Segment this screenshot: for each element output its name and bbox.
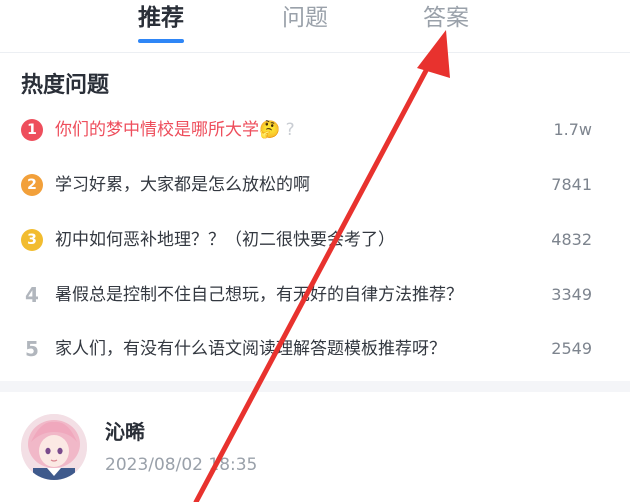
hot-question-row[interactable]: 5 家人们，有没有什么语文阅读理解答题模板推荐呀？ 2549	[0, 330, 630, 370]
anime-girl-avatar-icon[interactable]	[21, 414, 87, 480]
question-text: 家人们，有没有什么语文阅读理解答题模板推荐呀？	[55, 339, 446, 359]
hot-question-row[interactable]: 3 初中如何恶补地理？？（初二很快要会考了） 4832	[0, 221, 630, 261]
rank-badge-3: 3	[21, 229, 43, 251]
post-timestamp: 2023/08/02 18:35	[105, 455, 258, 475]
hot-questions-card: 热度问题 1 你们的梦中情校是哪所大学🤔 ? 1.7w 2 学习好累，大家都是怎…	[0, 53, 630, 381]
hot-question-row[interactable]: 4 暑假总是控制不住自己想玩，有无好的自律方法推荐？ 3349	[0, 276, 630, 316]
hot-questions-title: 热度问题	[21, 73, 110, 98]
question-mark-icon: ?	[285, 120, 295, 140]
question-text: 学习好累，大家都是怎么放松的啊	[55, 175, 310, 195]
question-text: 你们的梦中情校是哪所大学🤔 ?	[55, 120, 295, 140]
hot-question-row[interactable]: 2 学习好累，大家都是怎么放松的啊 7841	[0, 166, 630, 206]
rank-number-4: 4	[25, 283, 39, 307]
hot-question-row[interactable]: 1 你们的梦中情校是哪所大学🤔 ? 1.7w	[0, 111, 630, 151]
top-tab-bar: 推荐 问题 答案	[0, 0, 630, 53]
heat-count: 7841	[551, 175, 592, 194]
question-text: 暑假总是控制不住自己想玩，有无好的自律方法推荐？	[55, 285, 463, 305]
tab-answers[interactable]: 答案	[423, 2, 469, 34]
post-username[interactable]: 沁晞	[105, 418, 145, 446]
heat-count: 3349	[551, 285, 592, 304]
question-text: 初中如何恶补地理？？（初二很快要会考了）	[55, 230, 395, 250]
post-card: 沁晞 2023/08/02 18:35	[0, 392, 630, 502]
heat-count: 4832	[551, 230, 592, 249]
heat-count: 2549	[551, 339, 592, 358]
rank-number-5: 5	[25, 337, 39, 361]
rank-badge-2: 2	[21, 174, 43, 196]
tab-recommend[interactable]: 推荐	[138, 2, 184, 43]
tab-questions[interactable]: 问题	[282, 2, 328, 34]
rank-badge-1: 1	[21, 119, 43, 141]
heat-count: 1.7w	[553, 120, 592, 139]
